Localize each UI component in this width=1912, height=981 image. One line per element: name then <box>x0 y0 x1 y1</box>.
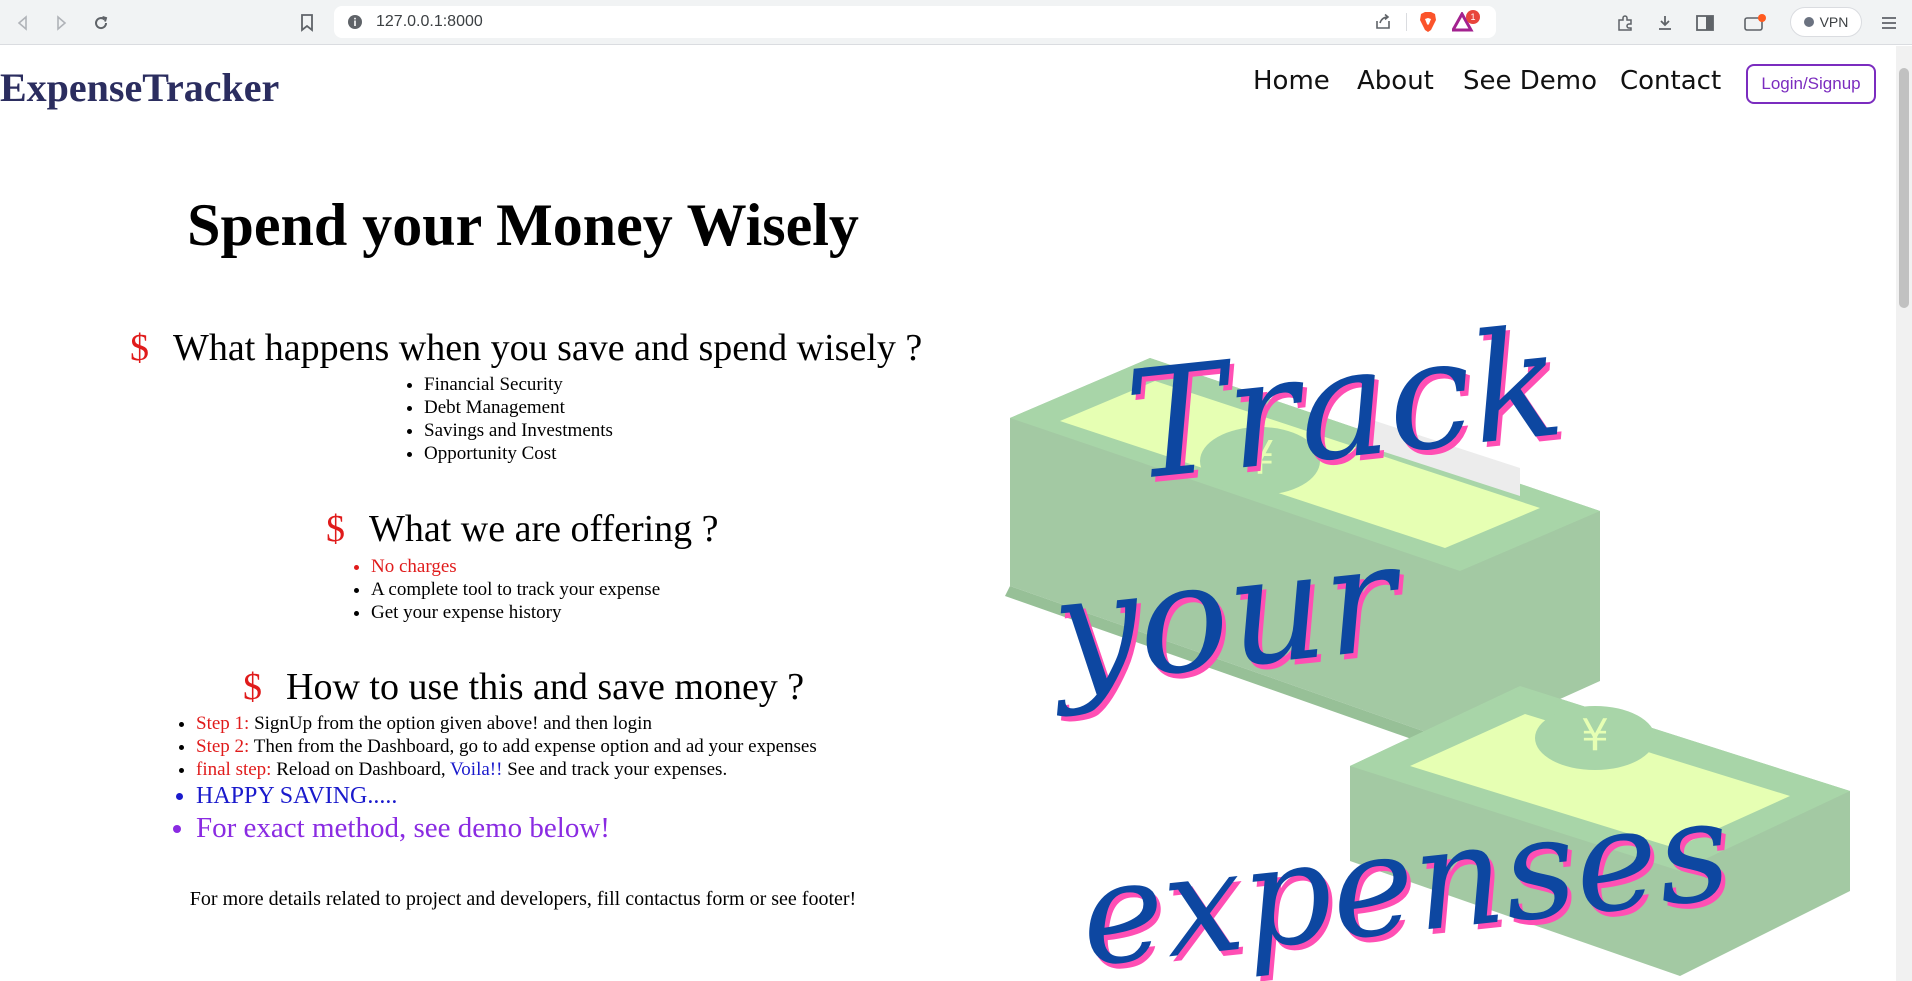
footer-note: For more details related to project and … <box>189 888 857 910</box>
tagline-text: Track Track your your expenses expenses <box>1039 296 1741 981</box>
menu-icon[interactable] <box>1874 0 1904 45</box>
extensions-icon[interactable] <box>1612 0 1638 45</box>
login-signup-button[interactable]: Login/Signup <box>1746 64 1876 104</box>
list-item: Get your expense history <box>371 601 660 624</box>
step-label: final step: <box>196 759 272 780</box>
step-text: SignUp from the option given above! and … <box>254 713 652 734</box>
dollar-icon: $ <box>243 666 262 708</box>
site-info-icon[interactable] <box>346 6 364 38</box>
scrollbar-thumb[interactable] <box>1899 68 1909 308</box>
heading-text: What happens when you save and spend wis… <box>173 327 923 369</box>
tagline-line-2: your <box>1039 510 1413 720</box>
download-icon[interactable] <box>1652 0 1678 45</box>
step-highlight: Voila!! <box>450 759 503 780</box>
list-item: Opportunity Cost <box>424 442 613 465</box>
list-item: A complete tool to track your expense <box>371 578 660 601</box>
rewards-icon[interactable]: 1 <box>1450 6 1480 38</box>
vpn-label: VPN <box>1819 14 1849 30</box>
browser-toolbar: 127.0.0.1:8000 1 VPN <box>0 0 1912 45</box>
step-label: Step 2: <box>196 736 250 757</box>
happy-saving-item: HAPPY SAVING..... <box>196 781 817 811</box>
vpn-status-dot <box>1803 17 1814 27</box>
share-icon[interactable] <box>1372 6 1394 38</box>
site-logo[interactable]: ExpenseTracker <box>0 64 279 111</box>
benefits-list: Financial Security Debt Management Savin… <box>400 373 613 465</box>
nav-home[interactable]: Home <box>1253 66 1330 96</box>
sidebar-icon[interactable] <box>1692 0 1718 45</box>
list-item: Step 1: SignUp from the option given abo… <box>196 712 817 735</box>
page-viewport: ExpenseTracker Home About See Demo Conta… <box>0 46 1896 981</box>
page-scrollbar[interactable] <box>1896 46 1912 981</box>
step-text: Then from the Dashboard, go to add expen… <box>253 736 817 757</box>
currency-symbol: ¥ <box>1581 710 1609 761</box>
money-illustration: ¥ ¥ Track Track your your expenses expen… <box>1005 296 1850 981</box>
bookmark-icon[interactable] <box>292 0 322 45</box>
divider <box>1406 13 1407 31</box>
list-item: Financial Security <box>424 373 613 396</box>
demo-hint-item: For exact method, see demo below! <box>196 811 817 845</box>
section-heading-offering: $ What we are offering ? <box>326 507 719 551</box>
reload-icon[interactable] <box>86 0 116 45</box>
list-item: Step 2: Then from the Dashboard, go to a… <box>196 735 817 758</box>
dollar-icon: $ <box>326 508 345 550</box>
heading-text: How to use this and save money ? <box>286 666 805 708</box>
vpn-button[interactable]: VPN <box>1790 7 1862 37</box>
steps-list: Step 1: SignUp from the option given abo… <box>172 712 817 845</box>
back-icon[interactable] <box>8 0 38 45</box>
address-bar[interactable]: 127.0.0.1:8000 1 <box>334 6 1496 38</box>
step-text: Reload on Dashboard, <box>276 759 446 780</box>
list-item: No charges <box>371 555 660 578</box>
nav-contact[interactable]: Contact <box>1620 66 1721 96</box>
heading-text: What we are offering ? <box>369 508 719 550</box>
step-text: See and track your expenses. <box>507 759 728 780</box>
list-item: Debt Management <box>424 396 613 419</box>
dollar-icon: $ <box>130 327 149 369</box>
step-label: Step 1: <box>196 713 250 734</box>
section-heading-benefits: $ What happens when you save and spend wi… <box>130 326 922 370</box>
forward-icon[interactable] <box>46 0 76 45</box>
nav-see-demo[interactable]: See Demo <box>1463 66 1597 96</box>
section-heading-how-to: $ How to use this and save money ? <box>243 665 804 709</box>
list-item: final step: Reload on Dashboard, Voila!!… <box>196 758 817 781</box>
notification-badge: 1 <box>1466 10 1480 24</box>
offering-list: No charges A complete tool to track your… <box>347 555 660 624</box>
nav-about[interactable]: About <box>1357 66 1434 96</box>
list-item: Savings and Investments <box>424 419 613 442</box>
wallet-icon[interactable] <box>1740 0 1770 45</box>
url-text[interactable]: 127.0.0.1:8000 <box>376 6 483 38</box>
hero-title: Spend your Money Wisely <box>187 192 859 258</box>
brave-shield-icon[interactable] <box>1416 6 1440 38</box>
